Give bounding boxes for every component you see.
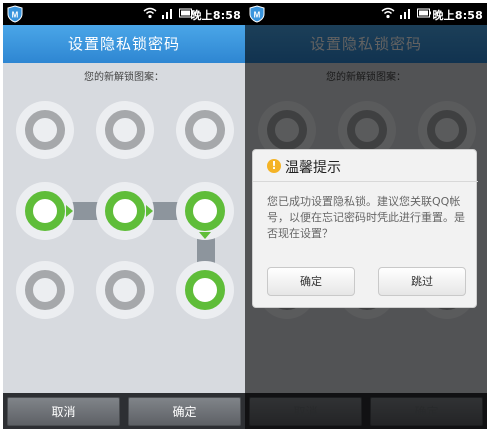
pattern-dot-selected[interactable] xyxy=(176,261,234,319)
pattern-dot-ring xyxy=(25,110,65,150)
pattern-dot-ring xyxy=(185,191,225,231)
pattern-subtitle: 您的新解锁图案： xyxy=(84,72,164,83)
signal-icon xyxy=(161,7,175,22)
status-bar: M 晚上8:58 xyxy=(3,3,245,25)
dialog-confirm-button[interactable]: 确定 xyxy=(267,267,355,296)
cancel-button[interactable]: 取消 xyxy=(7,397,120,426)
battery-icon xyxy=(417,7,431,22)
confirm-button[interactable]: 确定 xyxy=(128,397,241,426)
dialog-header: ! 温馨提示 xyxy=(253,150,478,182)
signal-icon xyxy=(399,7,413,22)
svg-text:M: M xyxy=(254,11,261,20)
bottom-action-bar: 取消 确定 xyxy=(3,393,245,429)
status-time: 晚上8:58 xyxy=(432,9,483,22)
dialog-skip-button[interactable]: 跳过 xyxy=(378,267,466,296)
wifi-icon xyxy=(143,7,157,22)
pattern-arrow-down-icon xyxy=(199,232,211,239)
app-shield-icon: M xyxy=(7,5,23,23)
pattern-dot-ring xyxy=(185,270,225,310)
pattern-dot[interactable] xyxy=(96,101,154,159)
warning-icon: ! xyxy=(267,159,281,173)
dialog-title: 温馨提示 xyxy=(285,160,341,176)
pattern-dot[interactable] xyxy=(16,261,74,319)
pattern-dot-ring xyxy=(105,270,145,310)
pattern-dot-ring xyxy=(105,110,145,150)
phone-confirm-dialog: M 晚上8:58 设置隐私锁密码 您的新解锁图案： 取消 确定 xyxy=(245,3,487,429)
app-shield-icon: M xyxy=(249,5,265,23)
dialog-message: 您已成功设置隐私锁。建议您关联QQ帐号，以便在忘记密码时凭此进行重置。是否现在设… xyxy=(267,195,465,240)
pattern-dot-ring xyxy=(185,110,225,150)
screenshot-stage: M 晚上8:58 设置隐私锁密码 您的新解锁图案： 取消 确定 M 晚上8:58… xyxy=(0,0,487,436)
pattern-dot-ring xyxy=(105,191,145,231)
status-time: 晚上8:58 xyxy=(190,9,241,22)
pattern-arrow-right-icon xyxy=(146,205,153,217)
pattern-dot[interactable] xyxy=(176,101,234,159)
wifi-icon xyxy=(381,7,395,22)
svg-text:M: M xyxy=(12,11,19,20)
pattern-dot-ring xyxy=(25,270,65,310)
pattern-arrow-right-icon xyxy=(66,205,73,217)
pattern-dot-ring xyxy=(25,191,65,231)
page-title: 设置隐私锁密码 xyxy=(3,25,245,63)
status-bar: M 晚上8:58 xyxy=(245,3,487,25)
pattern-dot[interactable] xyxy=(16,101,74,159)
pattern-dot[interactable] xyxy=(96,261,154,319)
tip-dialog: ! 温馨提示 您已成功设置隐私锁。建议您关联QQ帐号，以便在忘记密码时凭此进行重… xyxy=(252,149,478,308)
phone-pattern-setup: M 晚上8:58 设置隐私锁密码 您的新解锁图案： 取消 确定 xyxy=(3,3,245,429)
